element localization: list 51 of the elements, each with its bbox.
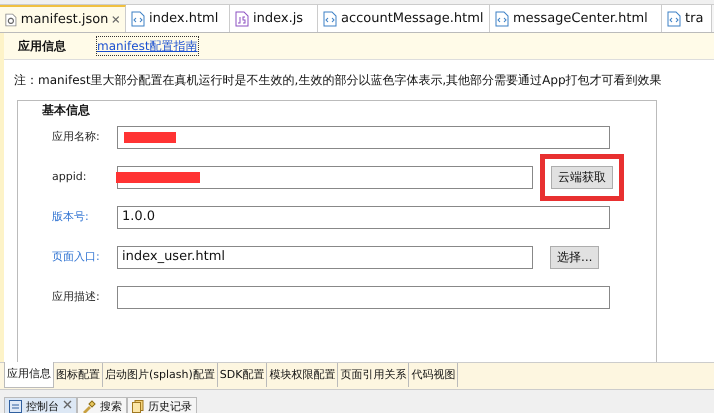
config-tab[interactable]: 启动图片(splash)配置 <box>103 363 218 387</box>
field-label: appid: <box>52 168 88 185</box>
close-icon[interactable] <box>63 400 72 409</box>
config-tab[interactable]: 代码视图 <box>409 363 458 387</box>
field-label: 版本号: <box>52 208 90 225</box>
group-title: 基本信息 <box>42 102 91 118</box>
field-label: 页面入口: <box>52 248 101 265</box>
action-button[interactable]: 云端获取 <box>551 166 613 188</box>
config-tab[interactable]: 模块权限配置 <box>267 363 338 387</box>
editor-tab[interactable]: tra <box>662 5 712 32</box>
code-file-icon <box>323 10 337 26</box>
panel-tab[interactable]: 搜索 <box>77 397 127 413</box>
text-field[interactable] <box>117 126 610 148</box>
tab-label: messageCenter.html <box>513 10 648 28</box>
tab-label: manifest.json <box>20 10 108 29</box>
config-tab[interactable]: 应用信息 <box>4 362 54 388</box>
js-file-icon <box>235 10 249 26</box>
guide-link[interactable]: manifest配置指南 <box>96 36 199 56</box>
close-icon[interactable] <box>112 15 120 24</box>
tab-label: 搜索 <box>100 400 122 413</box>
note-text: 注：manifest里大部分配置在真机运行时是不生效的,生效的部分以蓝色字体表示,其他部分需要通过App打包才可看到效果 <box>14 73 662 87</box>
field-label: 应用描述: <box>52 288 101 305</box>
action-button[interactable]: 选择... <box>550 246 600 268</box>
text-field[interactable] <box>117 166 533 188</box>
editor-tab[interactable]: index.html <box>126 5 230 32</box>
code-file-icon <box>131 10 145 26</box>
panel-tab[interactable]: 历史记录 <box>127 397 197 413</box>
editor-tab[interactable]: manifest.json <box>0 5 126 32</box>
tab-label: 历史记录 <box>148 400 192 413</box>
editor-tab[interactable]: accountMessage.html <box>318 5 490 32</box>
tab-label: index.js <box>253 10 304 28</box>
editor-tab[interactable]: messageCenter.html <box>490 5 662 32</box>
flashlight-icon <box>82 400 96 413</box>
text-field[interactable]: 1.0.0 <box>117 206 610 228</box>
tab-label: 控制台 <box>26 400 59 413</box>
field-label: 应用名称: <box>52 128 101 145</box>
console-icon <box>9 400 22 413</box>
panel-tab[interactable]: 控制台 <box>4 397 77 413</box>
document-icon <box>132 400 144 413</box>
code-file-icon <box>667 10 681 26</box>
config-tab[interactable]: 页面引用关系 <box>338 363 410 387</box>
config-tab[interactable]: 图标配置 <box>54 363 103 387</box>
tab-label: accountMessage.html <box>341 10 484 28</box>
section-title: 应用信息 <box>18 38 66 55</box>
editor-tab[interactable]: index.js <box>230 5 318 32</box>
text-field[interactable]: index_user.html <box>117 246 533 268</box>
tab-label: index.html <box>149 10 218 28</box>
config-tab[interactable]: SDK配置 <box>218 363 268 387</box>
text-field[interactable] <box>117 286 610 308</box>
code-file-icon <box>495 10 509 26</box>
tab-label: tra <box>685 10 704 28</box>
